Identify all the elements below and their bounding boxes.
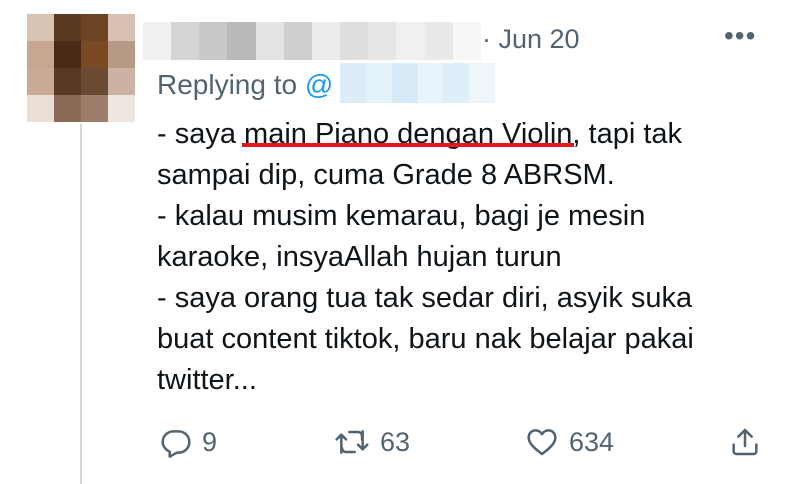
tweet-date[interactable]: · Jun 20 [482,24,580,55]
share-icon [732,428,758,456]
replying-to: Replying to @ [157,69,333,101]
tweet-text-line: karaoke, insyaAllah hujan turun [157,241,562,273]
retweet-icon [335,430,369,454]
heart-icon [527,429,557,456]
tweet-text-line: buat content tiktok, baru nak belajar pa… [157,323,694,355]
tweet-card[interactable]: · Jun 20 ••• Replying to @ - saya main P… [0,0,800,484]
tweet-text-line: - kalau musim kemarau, bagi je mesin [157,200,646,232]
reply-icon [161,430,191,458]
share-button[interactable] [729,418,761,466]
text-segment: - saya [157,118,245,150]
reply-button[interactable]: 9 [160,418,217,466]
retweet-count: 63 [380,426,411,457]
redacted-author-name[interactable] [143,22,481,60]
tweet-text-line: - saya orang tua tak sedar diri, asyik s… [157,282,693,314]
like-button[interactable]: 634 [525,418,614,466]
avatar[interactable] [27,14,135,122]
action-bar: 9 63 634 [0,418,800,466]
like-count: 634 [569,426,615,457]
tweet-text-line: sampai dip, cuma Grade 8 ABRSM. [157,159,615,191]
replying-to-handle[interactable]: @ [305,69,333,100]
tweet-text: - saya main Piano dengan Violin, tapi ta… [157,114,694,401]
reply-count: 9 [202,426,218,457]
retweet-button[interactable]: 63 [334,418,410,466]
redacted-handle[interactable] [340,63,495,103]
highlighted-text: main Piano dengan Violin [244,118,573,150]
tweet-text-line: - saya main Piano dengan Violin, tapi ta… [157,114,694,155]
more-icon[interactable]: ••• [724,22,756,50]
text-segment: , tapi tak [572,118,683,150]
replying-to-label: Replying to [157,69,298,100]
tweet-text-line: twitter... [157,364,257,396]
